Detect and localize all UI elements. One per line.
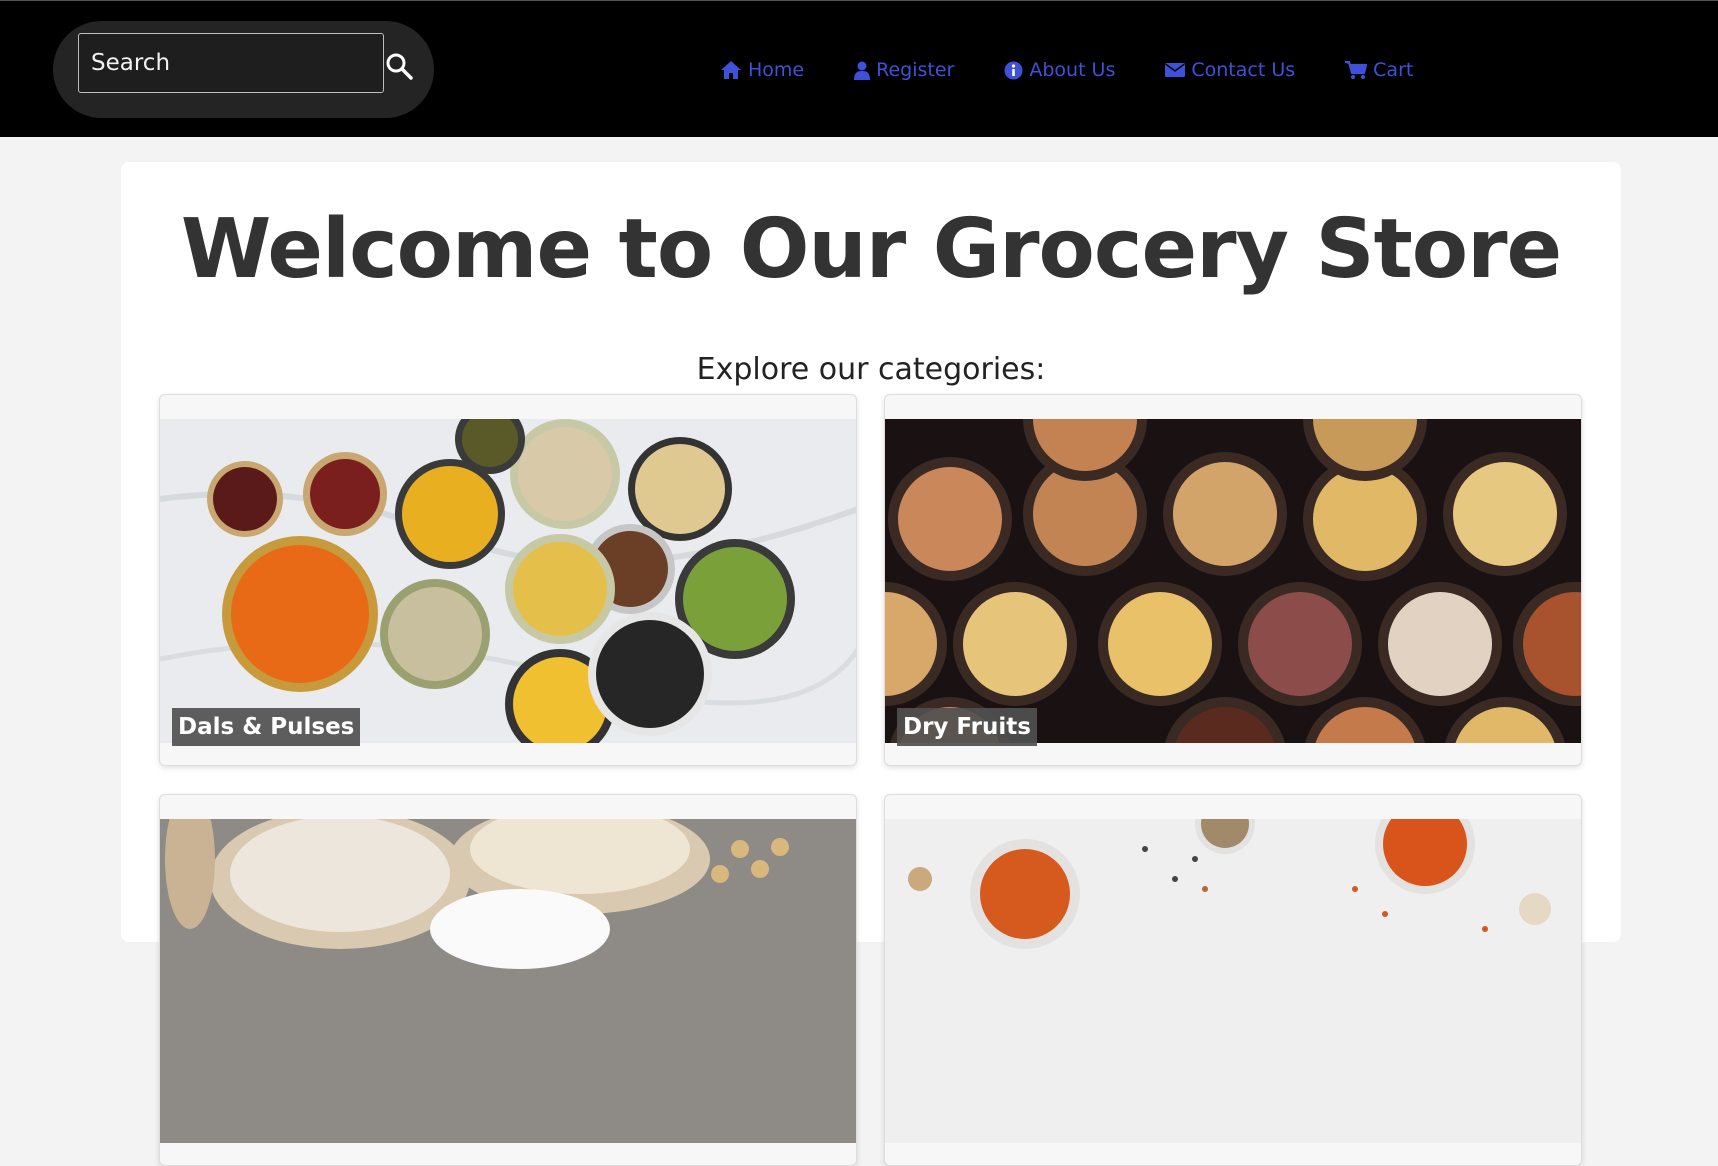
nav-register-link[interactable]: Register xyxy=(854,56,954,84)
search-button[interactable] xyxy=(381,49,417,85)
user-icon xyxy=(854,61,871,80)
home-icon xyxy=(721,61,741,79)
nav-contact-label: Contact Us xyxy=(1191,59,1296,81)
category-3-image xyxy=(160,819,856,1143)
nav-about-link[interactable]: About Us xyxy=(1004,56,1115,84)
category-card-dry-fruits[interactable]: Dry Fruits xyxy=(884,394,1582,766)
category-4-image xyxy=(885,819,1581,1143)
nav-cart-label: Cart xyxy=(1373,59,1414,81)
nav-cart-link[interactable]: Cart xyxy=(1345,56,1413,84)
search-icon xyxy=(386,53,413,80)
nav-home-link[interactable]: Home xyxy=(720,56,804,84)
dals-pulses-image xyxy=(160,419,856,743)
category-card-3[interactable] xyxy=(159,794,857,1166)
dry-fruits-image xyxy=(885,419,1581,743)
info-icon xyxy=(1004,61,1023,79)
category-card-dals-pulses[interactable]: Dals & Pulses xyxy=(159,394,857,766)
nav-register-label: Register xyxy=(876,59,955,81)
nav-about-label: About Us xyxy=(1029,59,1116,81)
cart-icon xyxy=(1345,60,1368,79)
categories-subtitle: Explore our categories: xyxy=(696,352,1046,387)
category-label: Dry Fruits xyxy=(897,708,1037,746)
main-content: Welcome to Our Grocery Store Explore our… xyxy=(121,162,1621,1166)
top-navbar: Home Register About Us Contact Us xyxy=(0,0,1718,137)
search-input[interactable] xyxy=(78,33,384,93)
category-label: Dals & Pulses xyxy=(172,708,361,746)
main-nav: Home Register About Us Contact Us Cart xyxy=(720,56,1463,84)
nav-contact-link[interactable]: Contact Us xyxy=(1165,56,1295,84)
envelope-icon xyxy=(1165,63,1186,77)
page-title: Welcome to Our Grocery Store xyxy=(180,202,1562,297)
category-card-4[interactable] xyxy=(884,794,1582,1166)
search-bar xyxy=(53,21,434,118)
nav-home-label: Home xyxy=(748,59,805,81)
